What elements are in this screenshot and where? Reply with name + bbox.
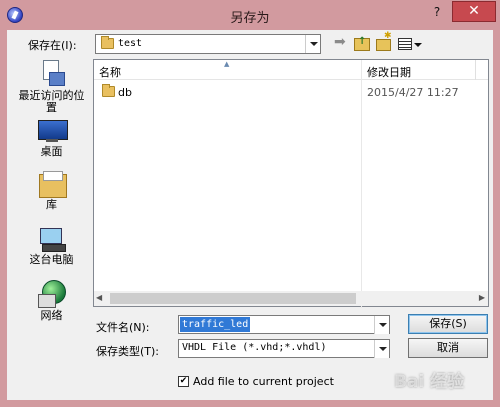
place-this-pc[interactable]: 这台电脑 [14,226,89,266]
filename-value: traffic_led [180,317,251,332]
column-date-header[interactable]: 修改日期 [367,64,411,80]
place-label: 库 [46,198,57,211]
filetype-dropdown[interactable]: VHDL File (*.vhd;*.vhdl) [178,339,390,358]
scroll-left-icon[interactable]: ◀ [96,293,102,302]
chevron-down-icon[interactable] [414,43,422,47]
look-in-dropdown[interactable]: test [95,34,321,54]
place-libraries[interactable]: 库 [14,171,89,211]
up-folder-icon[interactable] [354,36,370,51]
sort-arrow-icon: ▲ [224,60,230,68]
place-network[interactable]: 网络 [14,280,89,322]
scrollbar-thumb[interactable] [110,293,356,304]
places-bar: 最近访问的位置 桌面 库 这台电脑 网络 [14,60,89,360]
cancel-button[interactable]: 取消 [408,338,488,358]
view-menu-icon[interactable] [398,38,412,50]
checkbox-label: Add file to current project [193,375,334,388]
computer-icon [38,226,66,252]
place-label: 网络 [40,309,63,322]
look-in-value: test [118,38,143,49]
file-list[interactable]: 名称 ▲ 修改日期 db 2015/4/27 11:27 ◀ ▶ [93,59,489,308]
place-label: 桌面 [40,145,63,158]
place-desktop[interactable]: 桌面 [14,120,89,158]
libraries-icon [38,171,67,198]
network-icon [37,280,66,308]
filename-label: 文件名(N): [96,321,150,334]
chevron-down-icon[interactable] [374,340,389,358]
chevron-down-icon[interactable] [374,316,389,334]
look-in-label: 保存在(I): [28,39,77,52]
save-button[interactable]: 保存(S) [408,314,488,334]
desktop-icon [37,120,68,144]
filetype-label: 保存类型(T): [96,345,160,358]
list-item[interactable]: db 2015/4/27 11:27 [94,84,488,102]
column-divider [475,60,476,80]
folder-icon [101,36,114,49]
column-name-header[interactable]: 名称 [99,64,121,80]
filetype-value: VHDL File (*.vhd;*.vhdl) [182,342,327,353]
scroll-right-icon[interactable]: ▶ [479,293,485,302]
new-folder-icon[interactable] [376,31,392,51]
item-name: db [118,86,132,99]
watermark: Bai 经验 [394,372,465,392]
horizontal-scrollbar[interactable]: ◀ ▶ [94,291,488,306]
back-arrow-icon[interactable]: ➡ [334,34,346,50]
save-as-dialog: 另存为 ? ✕ 保存在(I): test ➡ 最近访问的位置 桌面 库 这台电脑 [0,0,500,407]
place-label: 最近访问的位置 [18,89,85,114]
column-header: 名称 ▲ 修改日期 [94,60,488,80]
title-bar[interactable]: 另存为 ? ✕ [0,0,500,30]
item-date: 2015/4/27 11:27 [367,86,459,99]
close-button[interactable]: ✕ [452,1,496,22]
help-button[interactable]: ? [424,2,450,22]
add-to-project-checkbox[interactable]: ✔ [178,376,189,387]
place-recent[interactable]: 最近访问的位置 [14,60,89,114]
recent-places-icon [39,60,65,88]
chevron-down-icon[interactable] [305,35,320,53]
place-label: 这台电脑 [29,253,74,266]
filename-field[interactable]: traffic_led [178,315,390,334]
folder-icon [102,84,115,97]
